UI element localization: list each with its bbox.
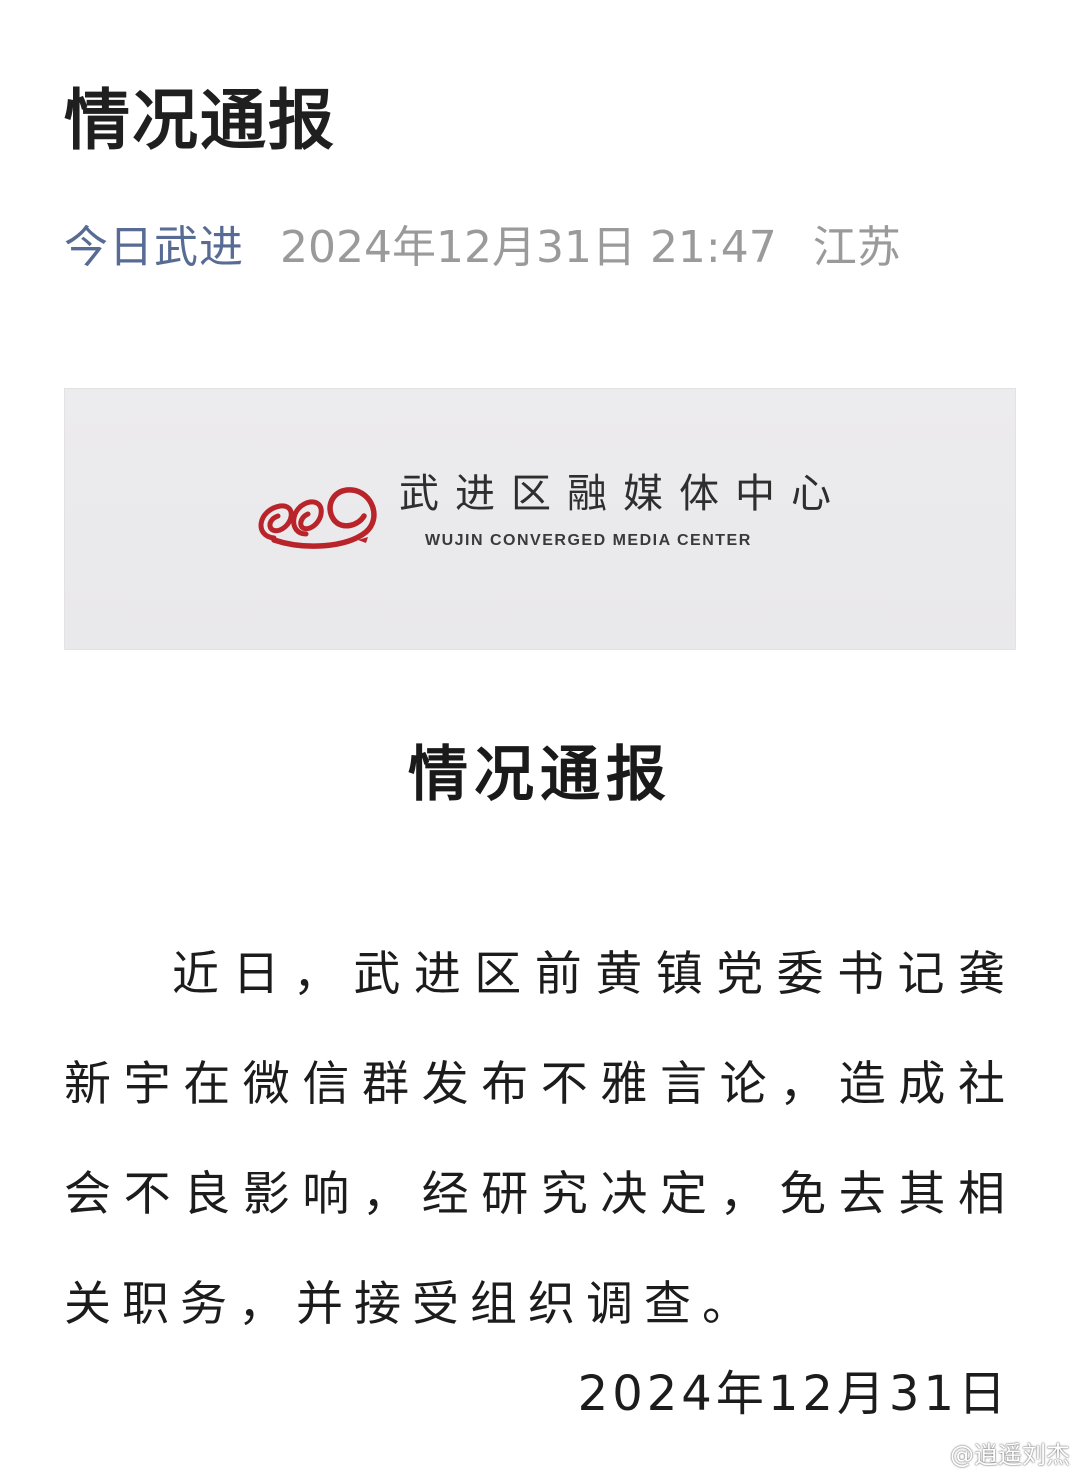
article-meta: 今日武进 2024年12月31日 21:47 江苏 xyxy=(64,226,901,270)
weibo-icon xyxy=(917,1442,945,1465)
watermark-text: @逍遥刘杰 xyxy=(950,1441,1070,1469)
notice-date: 2024年12月31日 xyxy=(577,1366,1010,1422)
notice-title: 情况通报 xyxy=(408,740,672,810)
publish-region: 江苏 xyxy=(812,222,901,273)
publish-datetime: 2024年12月31日 21:47 xyxy=(280,222,777,273)
media-center-chinese-name: 武进区融媒体中心 xyxy=(399,471,847,517)
media-center-logo-icon xyxy=(258,487,377,549)
media-center-banner-image: 武进区融媒体中心 WUJIN CONVERGED MEDIA CENTER xyxy=(64,388,1016,650)
account-name-link[interactable]: 今日武进 xyxy=(64,222,244,273)
notice-body-paragraph: 近日，武进区前黄镇党委书记龚新宇在微信群发布不雅言论，造成社会不良影响，经研究决… xyxy=(64,947,1016,1332)
weibo-watermark: @逍遥刘杰 xyxy=(916,1435,1070,1470)
article-title: 情况通报 xyxy=(64,82,336,159)
media-center-english-name: WUJIN CONVERGED MEDIA CENTER xyxy=(425,532,752,549)
